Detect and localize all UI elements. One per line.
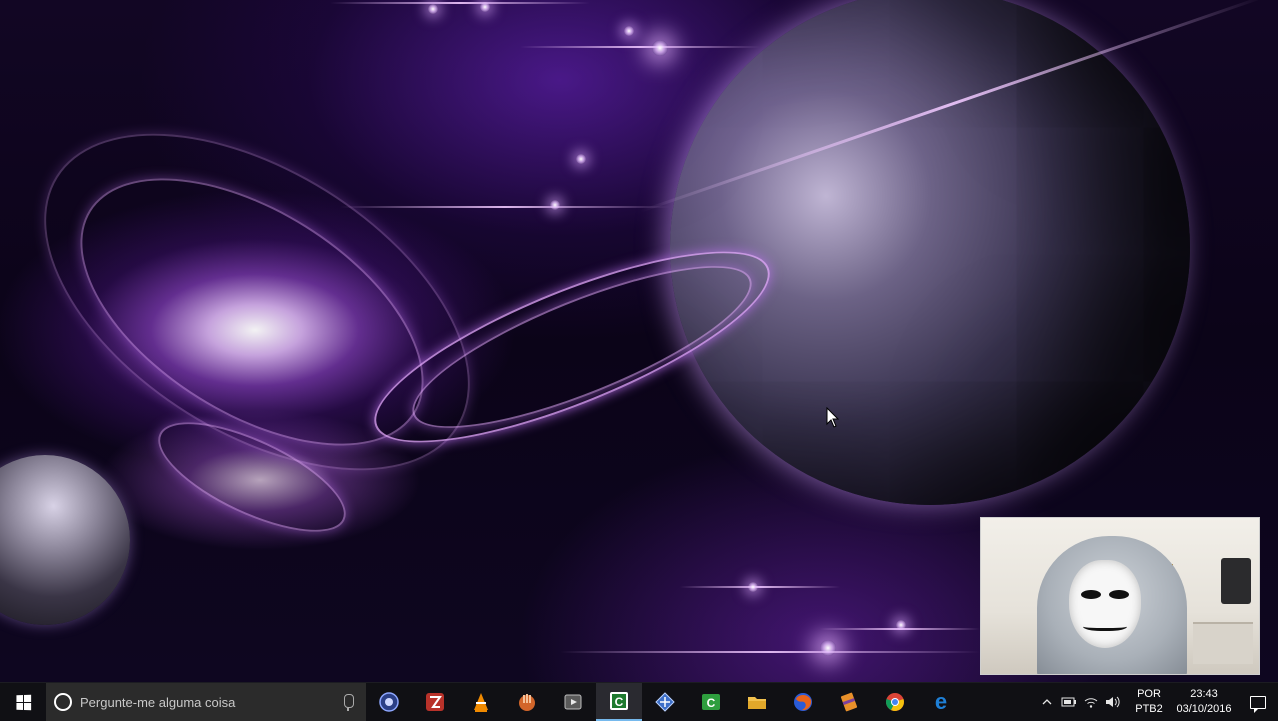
star bbox=[550, 200, 560, 210]
taskbar-app-camtasia[interactable]: C bbox=[596, 683, 642, 721]
search-box[interactable]: Pergunte-me alguma coisa bbox=[46, 683, 366, 721]
mask-mouth bbox=[1083, 620, 1127, 631]
language-indicator[interactable]: POR PTB2 bbox=[1128, 687, 1170, 717]
edge-icon: e bbox=[935, 691, 947, 713]
webcam-overlay bbox=[980, 517, 1260, 675]
action-center-icon[interactable] bbox=[1238, 683, 1278, 721]
windows-logo-icon bbox=[15, 694, 31, 710]
cinema4d-icon bbox=[379, 692, 399, 712]
language-code: POR bbox=[1137, 688, 1161, 700]
star bbox=[624, 26, 634, 36]
mask-eye bbox=[1109, 590, 1129, 599]
microphone-icon[interactable] bbox=[344, 694, 354, 711]
star bbox=[748, 582, 758, 592]
light-beam bbox=[560, 651, 980, 653]
taskbar-app-network[interactable] bbox=[642, 683, 688, 721]
taskbar-app-vlc[interactable] bbox=[458, 683, 504, 721]
taskbar-app-hand[interactable] bbox=[504, 683, 550, 721]
star bbox=[480, 2, 490, 12]
small-moon bbox=[0, 455, 130, 625]
mask-eye bbox=[1081, 590, 1101, 599]
taskbar-app-chrome[interactable] bbox=[872, 683, 918, 721]
star bbox=[896, 620, 906, 630]
start-button[interactable] bbox=[0, 683, 46, 721]
clock-date: 03/10/2016 bbox=[1176, 703, 1232, 715]
file-explorer-icon bbox=[748, 697, 766, 709]
taskbar-app-firefox[interactable] bbox=[780, 683, 826, 721]
star bbox=[652, 40, 668, 56]
light-beam bbox=[340, 206, 670, 208]
cortana-icon bbox=[54, 693, 72, 711]
taskbar-app-winrar[interactable] bbox=[826, 683, 872, 721]
arrow-cursor-icon bbox=[826, 407, 840, 428]
wifi-icon[interactable] bbox=[1080, 683, 1102, 721]
network-app-icon bbox=[655, 692, 675, 712]
taskbar-app-camtasia-recorder[interactable]: C bbox=[688, 683, 734, 721]
chevron-up-icon[interactable] bbox=[1036, 683, 1058, 721]
chrome-icon bbox=[886, 693, 904, 711]
white-mask bbox=[1069, 560, 1141, 648]
taskbar-apps: C C e bbox=[366, 683, 964, 721]
hand-app-icon bbox=[519, 694, 535, 711]
light-beam bbox=[520, 46, 760, 48]
volume-icon[interactable] bbox=[1102, 683, 1124, 721]
svg-text:C: C bbox=[615, 695, 624, 709]
taskbar: Pergunte-me alguma coisa C C e POR PTB2 … bbox=[0, 682, 1278, 721]
filezilla-icon bbox=[426, 693, 444, 711]
system-tray: POR PTB2 23:43 03/10/2016 bbox=[1036, 683, 1278, 721]
star bbox=[428, 4, 438, 14]
taskbar-app-media-player[interactable] bbox=[550, 683, 596, 721]
svg-text:e: e bbox=[935, 691, 947, 713]
taskbar-app-filezilla[interactable] bbox=[412, 683, 458, 721]
firefox-icon bbox=[794, 693, 812, 711]
star bbox=[576, 154, 586, 164]
speaker bbox=[1221, 558, 1251, 604]
taskbar-app-cinema4d[interactable] bbox=[366, 683, 412, 721]
camtasia-icon: C bbox=[610, 692, 628, 710]
clock[interactable]: 23:43 03/10/2016 bbox=[1170, 687, 1238, 717]
taskbar-app-edge[interactable]: e bbox=[918, 683, 964, 721]
clock-time: 23:43 bbox=[1190, 688, 1218, 700]
keyboard-layout: PTB2 bbox=[1135, 703, 1163, 715]
media-player-icon bbox=[564, 694, 582, 710]
svg-text:C: C bbox=[707, 696, 716, 710]
taskbar-app-file-explorer[interactable] bbox=[734, 683, 780, 721]
shelf bbox=[1193, 622, 1253, 664]
camtasia-recorder-icon: C bbox=[702, 694, 720, 710]
vlc-icon bbox=[474, 693, 488, 712]
ringed-planet bbox=[670, 0, 1190, 505]
battery-icon[interactable] bbox=[1058, 683, 1080, 721]
star bbox=[820, 640, 836, 656]
light-beam bbox=[330, 2, 590, 4]
light-beam bbox=[680, 586, 840, 588]
search-placeholder: Pergunte-me alguma coisa bbox=[80, 694, 236, 710]
winrar-icon bbox=[840, 692, 858, 712]
